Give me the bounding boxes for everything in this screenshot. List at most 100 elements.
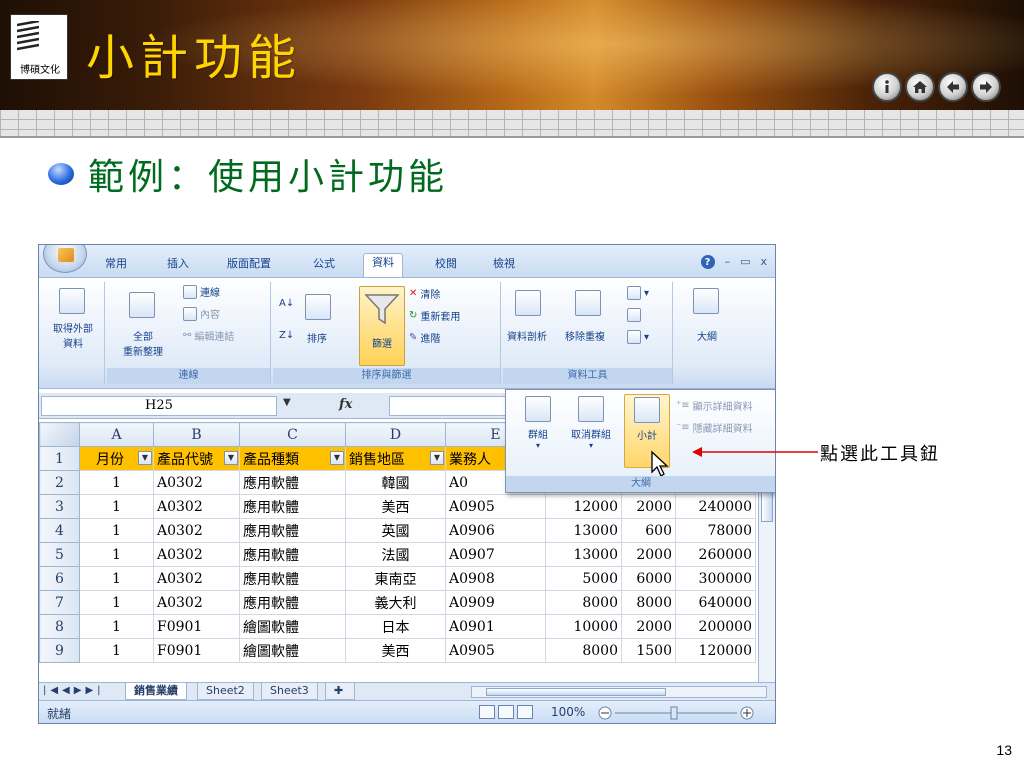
table-cell[interactable]: 2000 xyxy=(621,542,676,567)
table-cell[interactable]: 2000 xyxy=(621,614,676,639)
name-box[interactable]: H25 xyxy=(41,396,277,416)
row-header[interactable]: 8 xyxy=(39,614,80,639)
table-cell[interactable]: F0901 xyxy=(153,638,240,663)
table-cell[interactable]: 義大利 xyxy=(345,590,446,615)
table-cell[interactable]: 78000 xyxy=(675,518,756,543)
table-cell[interactable]: 繪圖軟體 xyxy=(239,638,346,663)
back-icon[interactable] xyxy=(938,72,968,102)
header-cell-region[interactable]: 銷售地區 ▼ xyxy=(345,446,446,471)
table-cell[interactable]: 應用軟體 xyxy=(239,542,346,567)
clear-filter-button[interactable]: ✕ 清除 xyxy=(409,286,440,301)
table-cell[interactable]: A0901 xyxy=(445,614,546,639)
row-header[interactable]: 4 xyxy=(39,518,80,543)
close-icon[interactable]: x xyxy=(760,255,767,269)
info-icon[interactable] xyxy=(872,72,902,102)
header-cell-month[interactable]: 月份 ▼ xyxy=(79,446,154,471)
sheet-tab-sales[interactable]: 銷售業績 xyxy=(125,683,187,700)
restore-icon[interactable]: ▭ xyxy=(740,255,750,269)
table-cell[interactable]: A0908 xyxy=(445,566,546,591)
sort-button[interactable]: 排序 xyxy=(307,330,327,345)
tab-view[interactable]: 檢視 xyxy=(485,255,523,275)
sheet-tab-sheet2[interactable]: Sheet2 xyxy=(197,683,254,700)
table-cell[interactable]: 東南亞 xyxy=(345,566,446,591)
table-cell[interactable]: 2000 xyxy=(621,494,676,519)
outline-button[interactable]: 大綱 xyxy=(697,328,717,343)
table-cell[interactable]: A0302 xyxy=(153,590,240,615)
horizontal-scroll-thumb[interactable] xyxy=(486,688,666,696)
table-cell[interactable]: 應用軟體 xyxy=(239,494,346,519)
table-cell[interactable]: A0909 xyxy=(445,590,546,615)
table-cell[interactable]: 1 xyxy=(79,566,154,591)
sort-descending-button[interactable]: Z↓ xyxy=(279,330,294,341)
name-box-dropdown-icon[interactable]: ▼ xyxy=(283,397,291,408)
filter-dropdown-icon[interactable]: ▼ xyxy=(138,451,152,465)
header-cell-product-code[interactable]: 產品代號 ▼ xyxy=(153,446,240,471)
col-header-a[interactable]: A xyxy=(79,422,154,447)
page-layout-view-icon[interactable] xyxy=(498,705,514,719)
table-cell[interactable]: A0906 xyxy=(445,518,546,543)
table-cell[interactable]: 8000 xyxy=(545,590,622,615)
tab-review[interactable]: 校閱 xyxy=(427,255,465,275)
sort-ascending-button[interactable]: A↓ xyxy=(279,298,294,309)
table-cell[interactable]: A0302 xyxy=(153,542,240,567)
table-cell[interactable]: 美西 xyxy=(345,638,446,663)
new-sheet-icon[interactable]: ✚ xyxy=(325,683,355,700)
table-cell[interactable]: 12000 xyxy=(545,494,622,519)
zoom-slider[interactable] xyxy=(597,705,757,721)
sheet-nav-arrows[interactable]: |◀◀▶▶| xyxy=(43,685,105,696)
show-detail-button[interactable]: ⁺≡ 顯示詳細資料 xyxy=(676,398,753,413)
table-cell[interactable]: 13000 xyxy=(545,542,622,567)
table-cell[interactable]: 1 xyxy=(79,638,154,663)
page-break-view-icon[interactable] xyxy=(517,705,533,719)
home-icon[interactable] xyxy=(905,72,935,102)
tab-formulas[interactable]: 公式 xyxy=(305,255,343,275)
table-cell[interactable]: A0907 xyxy=(445,542,546,567)
table-cell[interactable]: 120000 xyxy=(675,638,756,663)
filter-button[interactable]: 篩選 xyxy=(359,286,405,366)
table-cell[interactable]: 應用軟體 xyxy=(239,470,346,495)
table-cell[interactable]: A0302 xyxy=(153,470,240,495)
remove-duplicates-button[interactable]: 移除重複 xyxy=(565,328,605,343)
table-cell[interactable]: 1 xyxy=(79,494,154,519)
table-cell[interactable]: 日本 xyxy=(345,614,446,639)
table-cell[interactable]: 300000 xyxy=(675,566,756,591)
zoom-level[interactable]: 100% xyxy=(551,705,585,719)
formula-input[interactable] xyxy=(389,396,509,416)
help-icon[interactable]: ? xyxy=(700,255,715,269)
what-if-button[interactable]: ▾ xyxy=(627,330,649,344)
consolidate-button[interactable] xyxy=(627,308,641,322)
fx-icon[interactable]: fx xyxy=(339,397,352,412)
tab-data[interactable]: 資料 xyxy=(363,253,403,277)
get-external-data-button[interactable]: 取得外部 資料 xyxy=(43,320,103,350)
table-cell[interactable]: 應用軟體 xyxy=(239,566,346,591)
row-header[interactable]: 6 xyxy=(39,566,80,591)
refresh-all-button[interactable]: 全部 重新整理 xyxy=(111,328,175,358)
sort-filter-dropdown-icon[interactable]: ▼ xyxy=(224,451,238,465)
row-header[interactable]: 1 xyxy=(39,446,80,471)
connections-button[interactable]: 連線 xyxy=(183,284,220,299)
table-cell[interactable]: 600 xyxy=(621,518,676,543)
table-cell[interactable]: A0302 xyxy=(153,518,240,543)
table-cell[interactable]: 200000 xyxy=(675,614,756,639)
filter-dropdown-icon[interactable]: ▼ xyxy=(430,451,444,465)
table-cell[interactable]: 英國 xyxy=(345,518,446,543)
tab-insert[interactable]: 插入 xyxy=(159,255,197,275)
table-cell[interactable]: A0905 xyxy=(445,494,546,519)
office-button[interactable] xyxy=(43,245,87,273)
select-all-corner[interactable] xyxy=(39,422,80,447)
table-cell[interactable]: 1 xyxy=(79,470,154,495)
table-cell[interactable]: 260000 xyxy=(675,542,756,567)
row-header[interactable]: 3 xyxy=(39,494,80,519)
table-cell[interactable]: 法國 xyxy=(345,542,446,567)
table-cell[interactable]: A0302 xyxy=(153,494,240,519)
table-cell[interactable]: 1 xyxy=(79,542,154,567)
properties-button[interactable]: 內容 xyxy=(183,306,220,321)
filter-dropdown-icon[interactable]: ▼ xyxy=(330,451,344,465)
table-cell[interactable]: 10000 xyxy=(545,614,622,639)
table-cell[interactable]: 1500 xyxy=(621,638,676,663)
table-cell[interactable]: 1 xyxy=(79,590,154,615)
col-header-c[interactable]: C xyxy=(239,422,346,447)
horizontal-scrollbar[interactable] xyxy=(471,686,767,698)
table-cell[interactable]: 8000 xyxy=(621,590,676,615)
reapply-button[interactable]: ↻ 重新套用 xyxy=(409,308,460,323)
